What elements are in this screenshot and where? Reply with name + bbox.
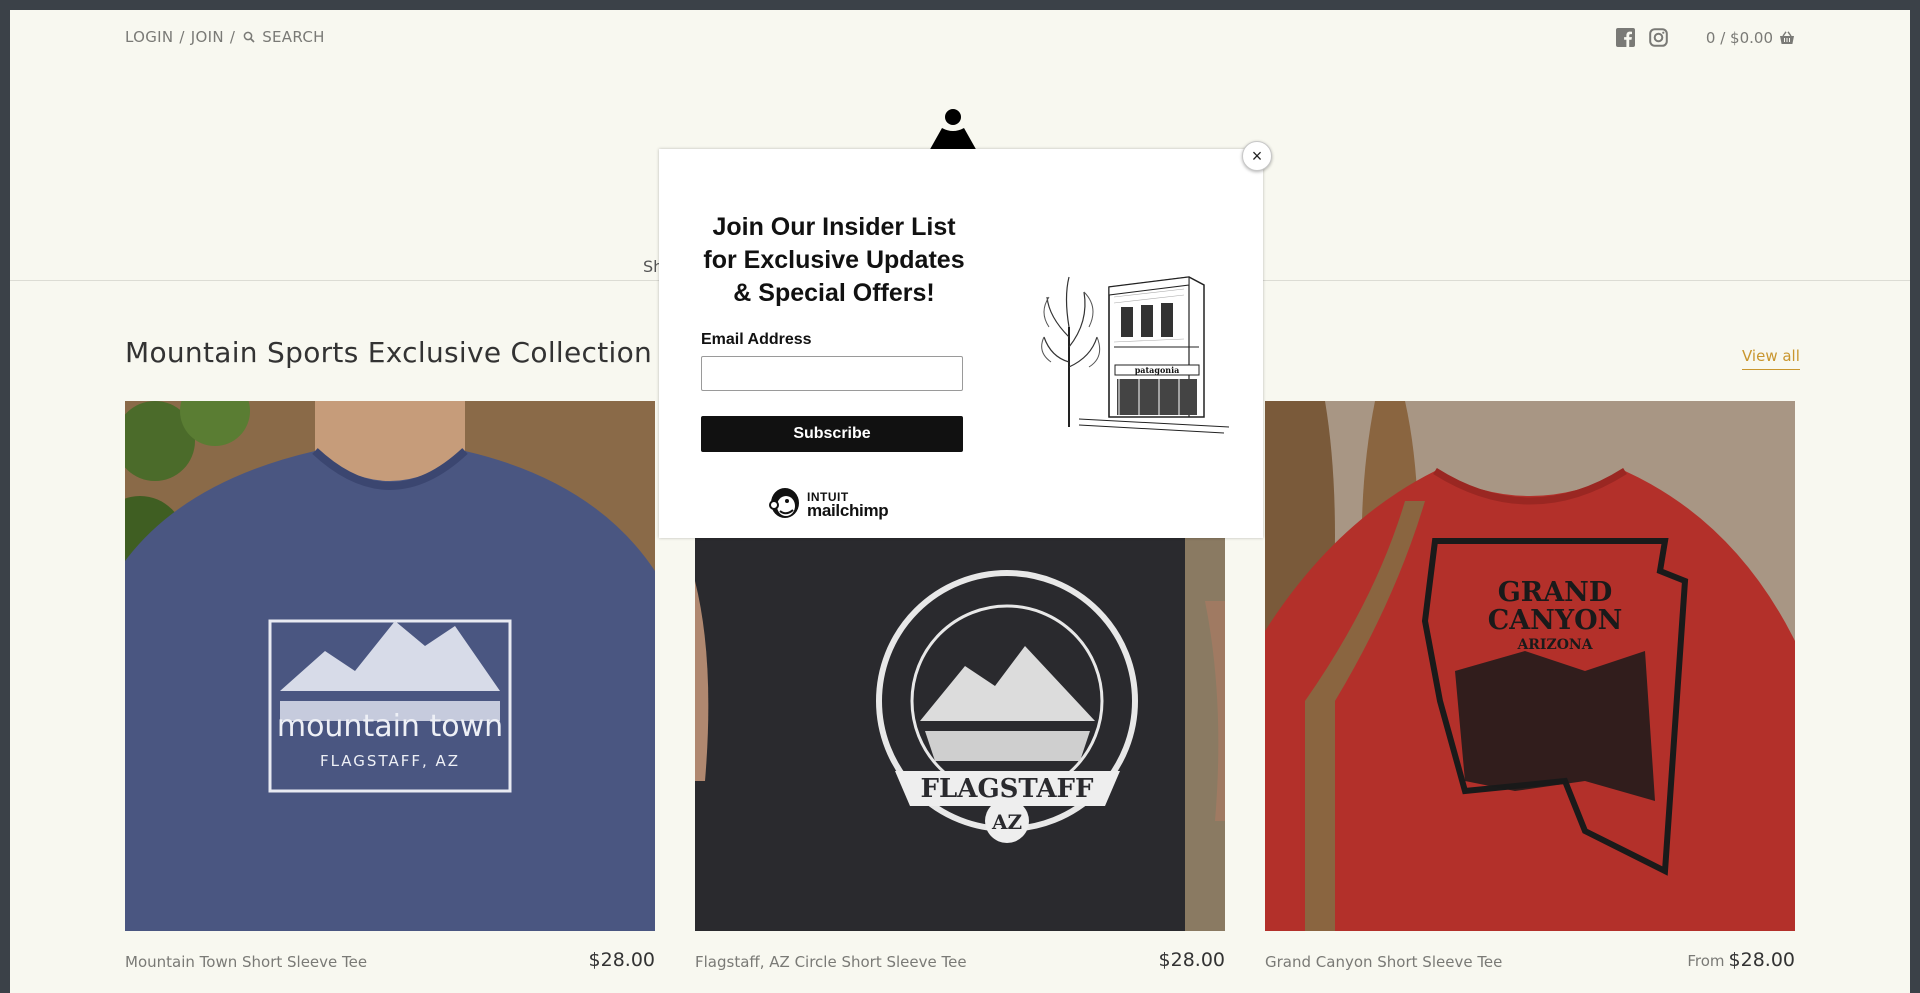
shirt-print-text: GRAND (1498, 577, 1613, 608)
email-label: Email Address (701, 331, 812, 348)
shirt-print-text: FLAGSTAFF, AZ (320, 752, 460, 770)
shirt-print-text: AZ (991, 810, 1022, 834)
price-value: $28.00 (588, 949, 655, 971)
popup-heading: Join Our Insider List for Exclusive Upda… (699, 211, 969, 310)
product-price: From $28.00 (1687, 949, 1795, 971)
price-value: $28.00 (1728, 949, 1795, 971)
price-value: $28.00 (1158, 949, 1225, 971)
shirt-print-text: mountain town (277, 709, 503, 744)
product-name[interactable]: Mountain Town Short Sleeve Tee (125, 953, 367, 971)
utility-links: 0 / $0.00 (1615, 28, 1795, 47)
product-name[interactable]: Flagstaff, AZ Circle Short Sleeve Tee (695, 953, 967, 971)
newsletter-popup: Join Our Insider List for Exclusive Upda… (659, 149, 1263, 538)
popup-heading-line: Join Our Insider List (712, 213, 956, 241)
product-image[interactable]: GRAND CANYON ARIZONA (1265, 401, 1795, 931)
top-bar: LOGIN / JOIN / SEARCH 0 / $0.00 (125, 28, 1795, 50)
facebook-icon[interactable] (1615, 28, 1635, 47)
instagram-icon[interactable] (1649, 28, 1668, 47)
brand-bottom-text: mailchimp (807, 501, 889, 520)
storefront-illustration: patagonia (1041, 276, 1230, 434)
mailchimp-logo[interactable]: INTUIT mailchimp (769, 484, 899, 524)
page: LOGIN / JOIN / SEARCH 0 / $0.00 Sh Mount… (10, 10, 1910, 993)
mailchimp-wordmark: INTUIT mailchimp (807, 491, 889, 520)
product-image[interactable]: mountain town FLAGSTAFF, AZ (125, 401, 655, 931)
popup-heading-line: & Special Offers! (733, 279, 935, 307)
collection-title: Mountain Sports Exclusive Collection (125, 336, 653, 369)
product-name[interactable]: Grand Canyon Short Sleeve Tee (1265, 953, 1502, 971)
view-all-link[interactable]: View all (1742, 347, 1800, 370)
account-links: LOGIN / JOIN / SEARCH (125, 28, 331, 46)
separator: / (229, 28, 236, 46)
product-card[interactable]: mountain town FLAGSTAFF, AZ Mountain Tow… (125, 401, 655, 971)
close-icon[interactable]: × (1242, 141, 1272, 171)
email-field[interactable] (701, 356, 963, 391)
basket-icon[interactable] (1779, 30, 1795, 45)
subscribe-button[interactable]: Subscribe (701, 416, 963, 452)
login-link[interactable]: LOGIN (125, 28, 173, 46)
product-price: $28.00 (1159, 949, 1225, 971)
storefront-sign-text: patagonia (1135, 365, 1180, 375)
mailchimp-icon (769, 488, 799, 518)
shirt-print-text: ARIZONA (1516, 637, 1593, 653)
product-price: $28.00 (589, 949, 655, 971)
search-icon[interactable] (243, 31, 255, 43)
product-card[interactable]: GRAND CANYON ARIZONA Grand Canyon Short … (1265, 401, 1795, 971)
cart-summary[interactable]: 0 / $0.00 (1706, 29, 1773, 47)
search-link[interactable]: SEARCH (262, 28, 325, 46)
separator: / (179, 28, 185, 46)
join-link[interactable]: JOIN (191, 28, 224, 46)
price-prefix: From (1687, 952, 1725, 970)
popup-heading-line: for Exclusive Updates (703, 246, 965, 274)
shirt-print-text: CANYON (1488, 605, 1623, 636)
